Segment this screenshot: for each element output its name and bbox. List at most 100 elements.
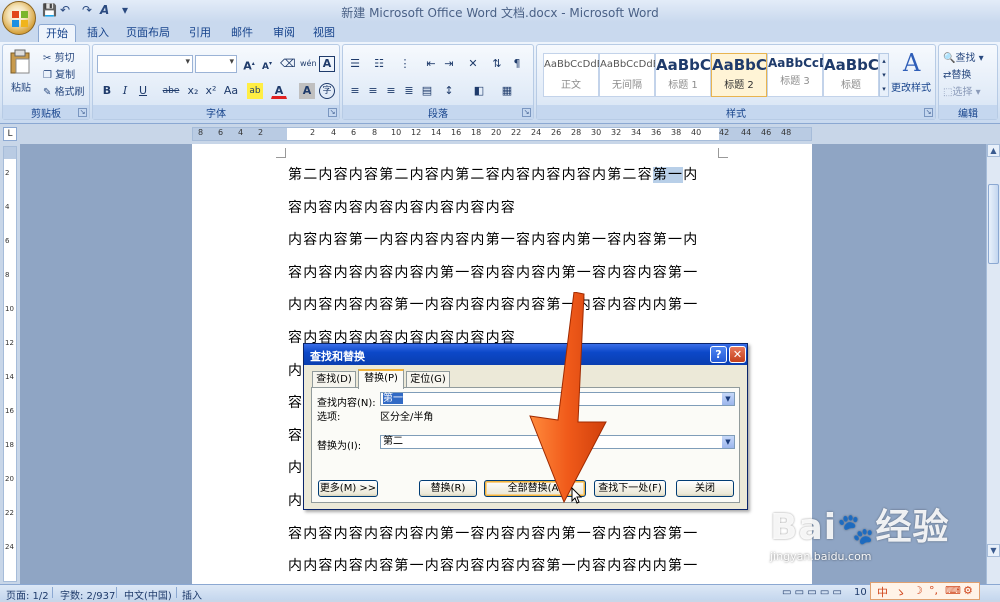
justify-icon[interactable]: ≣: [401, 83, 417, 99]
scroll-up-icon[interactable]: ▲: [987, 144, 1000, 157]
bullets-icon[interactable]: ☰: [347, 56, 363, 72]
align-center-icon[interactable]: ≡: [365, 83, 381, 99]
copy-button[interactable]: ❐ 复制: [43, 66, 75, 81]
asian-layout-icon[interactable]: ✕: [465, 56, 481, 72]
styles-scroll-icon[interactable]: ▴ ▾ ▾: [879, 53, 889, 97]
phonetic-guide-icon[interactable]: wén: [299, 56, 317, 72]
highlight-icon[interactable]: ab: [247, 83, 263, 99]
style-heading-3[interactable]: AaBbCcDc 标题 3: [767, 53, 836, 97]
tab-review[interactable]: 审阅: [268, 24, 300, 42]
paste-icon[interactable]: [9, 49, 31, 75]
numbering-icon[interactable]: ☷: [371, 56, 387, 72]
ime-settings-icon[interactable]: ⚙: [963, 584, 973, 597]
clear-format-icon[interactable]: ⌫: [279, 56, 296, 72]
tab-home[interactable]: 开始: [38, 24, 76, 42]
change-styles-button[interactable]: A 更改样式: [891, 49, 933, 105]
tab-page-layout[interactable]: 页面布局: [124, 24, 172, 42]
font-color-button-icon[interactable]: A: [271, 83, 287, 99]
view-buttons[interactable]: ▭ ▭ ▭ ▭ ▭: [782, 587, 842, 598]
cut-button[interactable]: ✂ 剪切: [43, 49, 75, 64]
bold-button[interactable]: B: [99, 83, 115, 99]
paste-button[interactable]: 粘贴: [11, 79, 31, 94]
editing-group: 🔍查找 ▾ ⇄替换 ⬚选择 ▾ 编辑: [938, 44, 998, 120]
font-name-combo[interactable]: [97, 55, 193, 73]
selected-text[interactable]: 第一: [652, 167, 684, 183]
options-label: 选项:: [317, 412, 341, 423]
find-button[interactable]: 🔍查找 ▾: [943, 49, 984, 64]
grow-font-icon[interactable]: A▴: [241, 56, 257, 73]
style-heading-2[interactable]: AaBbC 标题 2: [711, 53, 767, 97]
tab-insert[interactable]: 插入: [82, 24, 114, 42]
paragraph-launcher-icon[interactable]: ↘: [522, 108, 531, 117]
ruler-tick: 30: [591, 128, 602, 137]
scroll-thumb[interactable]: [988, 184, 999, 264]
select-button[interactable]: ⬚选择 ▾: [943, 83, 981, 98]
help-icon[interactable]: ?: [710, 346, 727, 363]
scroll-down-icon[interactable]: ▼: [987, 544, 1000, 557]
borders-icon[interactable]: ▦: [499, 83, 515, 99]
tab-selector-icon[interactable]: L: [3, 127, 17, 141]
ime-chinese-icon[interactable]: 中: [877, 584, 888, 600]
text-line[interactable]: 容内容内容内容内容内第一容内容内容内第一容内容内容第一: [288, 523, 728, 543]
tab-goto[interactable]: 定位(G): [406, 371, 450, 388]
style-no-spacing[interactable]: AaBbCcDdEe 无间隔: [599, 53, 665, 97]
multilevel-list-icon[interactable]: ⋮: [397, 56, 413, 72]
more-button[interactable]: 更多(M) >>: [318, 480, 378, 497]
ime-comma-icon[interactable]: °,: [929, 584, 938, 597]
zoom-level[interactable]: 10: [854, 587, 867, 598]
italic-button[interactable]: I: [117, 83, 133, 99]
style-heading-1[interactable]: AaBbCc 标题 1: [655, 53, 720, 97]
font-size-combo[interactable]: [195, 55, 237, 73]
strikethrough-button[interactable]: abe: [161, 83, 181, 99]
find-dropdown-icon[interactable]: ▼: [722, 393, 734, 405]
ime-toolbar[interactable]: 中 ゝ ☽ °, ⌨ ⚙: [870, 582, 980, 600]
distribute-icon[interactable]: ▤: [419, 83, 435, 99]
tab-view[interactable]: 视图: [308, 24, 340, 42]
close-button[interactable]: 关闭: [676, 480, 734, 497]
vertical-ruler[interactable]: 2 4 6 8 10 12 14 16 18 20 22 24: [3, 146, 17, 582]
char-shading-icon[interactable]: A: [299, 83, 315, 99]
tab-replace[interactable]: 替换(P): [358, 369, 404, 389]
text-line[interactable]: 内容内容第一内容内容内容内第一容内容内第一容内容第一内: [288, 229, 728, 249]
increase-indent-icon[interactable]: ⇥: [441, 56, 457, 72]
vertical-scrollbar[interactable]: ▲ ▼: [986, 144, 1000, 584]
ime-punct-icon[interactable]: ゝ: [895, 584, 906, 600]
shading-icon[interactable]: ◧: [467, 83, 491, 99]
align-right-icon[interactable]: ≡: [383, 83, 399, 99]
decrease-indent-icon[interactable]: ⇤: [423, 56, 439, 72]
clipboard-launcher-icon[interactable]: ↘: [78, 108, 87, 117]
show-marks-icon[interactable]: ¶: [509, 56, 525, 72]
text-line[interactable]: 内内容内容内容第一内容内容内容内容第一内容内容内内第一: [288, 555, 728, 575]
replace-dropdown-icon[interactable]: ▼: [722, 436, 734, 448]
text-line[interactable]: 第二内容内容第二内容内第二容内容内容内容内第二容第一内: [288, 164, 728, 184]
style-normal[interactable]: AaBbCcDdEe 正文: [543, 53, 609, 97]
tab-find[interactable]: 查找(D): [312, 371, 356, 388]
close-icon[interactable]: ✕: [729, 346, 746, 363]
office-button[interactable]: [2, 1, 36, 35]
replace-button[interactable]: 替换(R): [419, 480, 477, 497]
line-spacing-icon[interactable]: ↕: [441, 83, 457, 99]
shrink-font-icon[interactable]: A▾: [259, 56, 275, 72]
subscript-button[interactable]: x₂: [185, 83, 201, 99]
ime-keyboard-icon[interactable]: ⌨: [945, 584, 961, 597]
superscript-button[interactable]: x²: [203, 83, 219, 99]
change-case-button[interactable]: Aa: [221, 83, 241, 99]
format-painter-button[interactable]: ✎ 格式刷: [43, 83, 85, 98]
styles-launcher-icon[interactable]: ↘: [924, 108, 933, 117]
text-line[interactable]: 容内容内容内容内容内第一容内容内容内第一容内容内容第一: [288, 262, 728, 282]
ime-moon-icon[interactable]: ☽: [913, 584, 923, 597]
char-border-icon[interactable]: A: [319, 56, 335, 72]
text-line[interactable]: 内内容内容内容第一内容内容内容内容第一内容内容内内第一: [288, 294, 728, 314]
sort-icon[interactable]: ⇅: [489, 56, 505, 72]
tab-references[interactable]: 引用: [184, 24, 216, 42]
replace-button[interactable]: ⇄替换: [943, 66, 971, 81]
underline-button[interactable]: U: [135, 83, 151, 99]
style-title[interactable]: AaBbC 标题: [823, 53, 879, 97]
dialog-title-bar[interactable]: 查找和替换 ? ✕: [304, 344, 747, 365]
tab-mailings[interactable]: 邮件: [226, 24, 258, 42]
align-left-icon[interactable]: ≡: [347, 83, 363, 99]
horizontal-ruler[interactable]: 8 6 4 2 2 4 6 8 10 12 14 16 18 20 22 24 26 28 30 32 34 36 38 40…: [192, 127, 812, 141]
enclose-char-icon[interactable]: 字: [319, 83, 335, 99]
text-line[interactable]: 容内容内容内容内容内容内容内容: [288, 197, 728, 217]
font-launcher-icon[interactable]: ↘: [328, 108, 337, 117]
